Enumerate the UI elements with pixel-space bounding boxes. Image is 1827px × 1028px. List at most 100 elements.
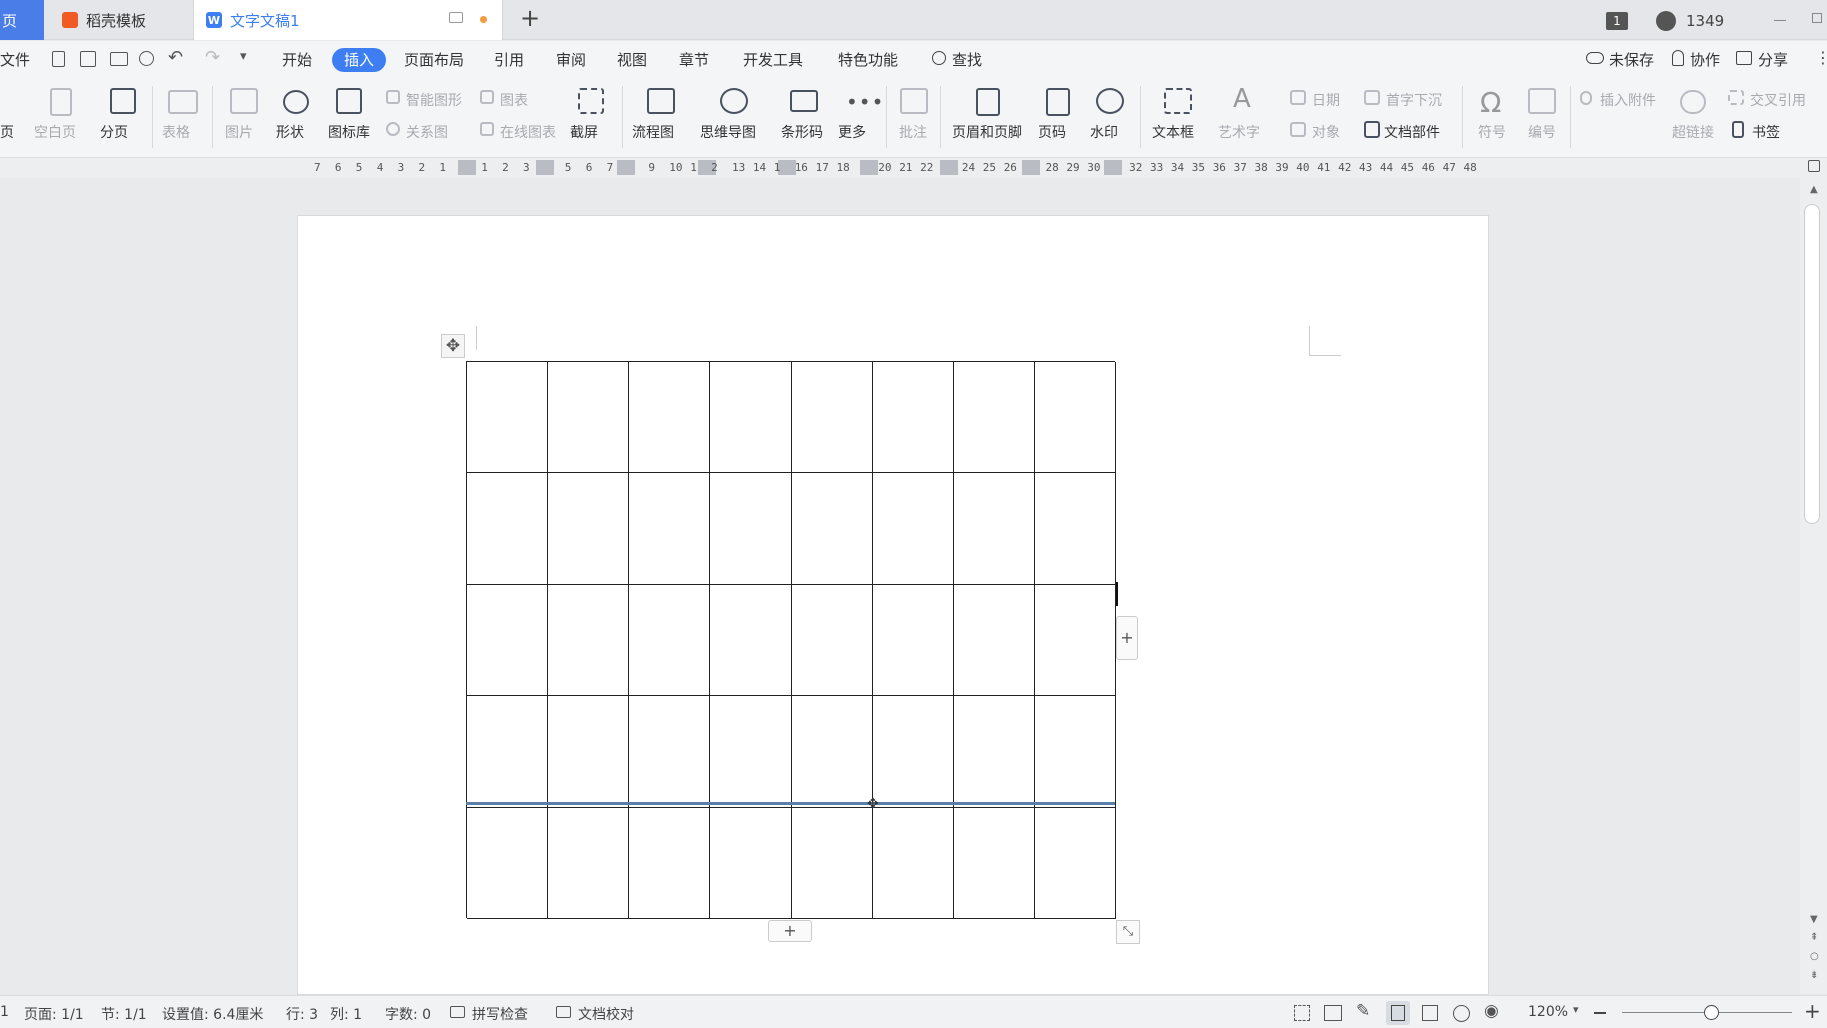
table-cell[interactable] <box>1034 807 1116 919</box>
tab-template[interactable]: 稻壳模板 <box>50 0 190 40</box>
icon-library-button[interactable]: 图标库 <box>328 122 370 142</box>
dropcap-icon[interactable] <box>1364 90 1380 105</box>
page-number-button[interactable]: 页码 <box>1038 122 1066 142</box>
table-cell[interactable] <box>791 584 873 697</box>
smartart-icon[interactable] <box>386 90 400 104</box>
picture-icon[interactable] <box>230 88 258 114</box>
zoom-level[interactable]: 120% <box>1528 1004 1568 1020</box>
prev-page-icon[interactable]: ⇞ <box>1810 932 1818 943</box>
table-cell[interactable] <box>467 473 549 585</box>
table-cell[interactable] <box>872 696 954 808</box>
flowchart-icon[interactable] <box>647 88 675 114</box>
select-browse-icon[interactable]: ○ <box>1810 951 1819 962</box>
print-preview-icon[interactable] <box>139 51 154 66</box>
next-page-icon[interactable]: ⇟ <box>1810 970 1818 981</box>
page-view-icon[interactable] <box>1391 1005 1405 1021</box>
table-cell[interactable] <box>710 584 792 697</box>
tab-document[interactable]: W 文字文稿1 <box>193 0 503 40</box>
redo-icon[interactable]: ↷ <box>205 47 220 68</box>
table-cell[interactable] <box>872 807 954 919</box>
scroll-up-icon[interactable]: ▲ <box>1810 184 1818 195</box>
table-cell[interactable] <box>1034 473 1116 585</box>
cross-reference-icon[interactable] <box>1728 90 1744 105</box>
table-cell[interactable] <box>953 696 1035 808</box>
ruler-column-marker[interactable] <box>1104 160 1122 175</box>
table-cell[interactable] <box>629 584 711 697</box>
add-row-button[interactable]: + <box>768 920 812 942</box>
menu-references[interactable]: 引用 <box>494 48 524 72</box>
save-icon[interactable] <box>80 51 96 67</box>
header-footer-icon[interactable] <box>976 88 1000 116</box>
status-row[interactable]: 行: 3 <box>286 1004 318 1024</box>
spell-check-icon[interactable] <box>450 1006 465 1018</box>
barcode-button[interactable]: 条形码 <box>781 122 823 142</box>
page-break-button[interactable]: 分页 <box>100 122 128 142</box>
scroll-thumb[interactable] <box>1804 204 1820 524</box>
screenshot-icon[interactable] <box>578 88 604 114</box>
avatar[interactable] <box>1656 11 1676 31</box>
quick-access-dropdown-icon[interactable]: ▾ <box>240 49 247 64</box>
screenshot-button[interactable]: 截屏 <box>570 122 598 142</box>
table-cell[interactable] <box>1034 696 1116 808</box>
table-cell[interactable] <box>467 807 549 919</box>
document-page[interactable]: ✥ ✥ + + ⤡ <box>297 215 1489 995</box>
ruler-column-marker[interactable] <box>617 160 635 175</box>
ruler-column-marker[interactable] <box>1022 160 1040 175</box>
table-cell[interactable] <box>467 696 549 808</box>
attachment-icon[interactable] <box>1580 91 1592 105</box>
search-icon[interactable] <box>932 51 946 65</box>
table-cell[interactable] <box>953 473 1035 585</box>
table-cell[interactable] <box>710 807 792 919</box>
table-move-handle-icon[interactable]: ✥ <box>441 334 465 358</box>
table-cell[interactable] <box>791 807 873 919</box>
web-view-icon[interactable] <box>1453 1005 1470 1022</box>
table-cell[interactable] <box>467 362 549 474</box>
screen-icon[interactable] <box>449 12 463 23</box>
symbol-button[interactable]: 符号 <box>1478 122 1506 142</box>
ruler-column-marker[interactable] <box>860 160 878 175</box>
status-setting[interactable]: 设置值: 6.4厘米 <box>162 1004 263 1024</box>
horizontal-ruler[interactable]: 7 6 5 4 3 2 1 1 2 3 5 6 7 9 10 1 2 13 14 1 16 17 18 20 21 22 24 25 2… <box>0 158 1800 178</box>
menu-chapter[interactable]: 章节 <box>679 48 709 72</box>
edit-mode-icon[interactable]: ✎ <box>1356 1001 1370 1021</box>
table-cell[interactable] <box>548 696 630 808</box>
wordart-button[interactable]: 艺术字 <box>1218 122 1260 142</box>
table-cell[interactable] <box>872 584 954 697</box>
menu-start[interactable]: 开始 <box>282 48 312 72</box>
cross-reference-button[interactable]: 交叉引用 <box>1750 90 1806 110</box>
new-tab-button[interactable]: + <box>520 4 540 32</box>
table-cell[interactable] <box>953 584 1035 697</box>
vertical-scrollbar[interactable]: ▲ ▼ ⇞ ○ ⇟ <box>1800 158 1827 994</box>
table-cell[interactable] <box>548 584 630 697</box>
table-cell[interactable] <box>629 473 711 585</box>
menu-insert[interactable]: 插入 <box>332 48 387 72</box>
online-chart-icon[interactable] <box>480 122 494 136</box>
status-page[interactable]: 页面: 1/1 <box>24 1004 84 1024</box>
numbering-icon[interactable] <box>1528 88 1556 114</box>
table-cell[interactable] <box>791 362 873 474</box>
doc-proof-icon[interactable] <box>556 1006 571 1018</box>
symbol-icon[interactable]: Ω <box>1480 86 1501 119</box>
more-button[interactable]: 更多 <box>838 122 866 142</box>
hyperlink-icon[interactable] <box>1680 90 1706 114</box>
status-word-count[interactable]: 字数: 0 <box>385 1004 431 1024</box>
table-cell[interactable] <box>467 584 549 697</box>
window-count-badge[interactable]: 1 <box>1606 12 1628 30</box>
menu-features[interactable]: 特色功能 <box>838 48 898 72</box>
share-button[interactable]: 分享 <box>1758 48 1788 72</box>
zoom-in-icon[interactable]: + <box>1804 999 1821 1023</box>
blank-page-button[interactable]: 空白页 <box>34 122 76 142</box>
table-cell[interactable] <box>548 473 630 585</box>
doc-proof-button[interactable]: 文档校对 <box>578 1004 634 1024</box>
table-cell[interactable] <box>791 696 873 808</box>
table-cell[interactable] <box>872 473 954 585</box>
table-cell[interactable] <box>710 473 792 585</box>
table-cell[interactable] <box>872 362 954 474</box>
page-break-icon[interactable] <box>110 88 136 114</box>
zoom-dropdown-icon[interactable]: ▾ <box>1573 1003 1579 1016</box>
blank-page-icon[interactable] <box>50 88 72 116</box>
add-column-button[interactable]: + <box>1116 616 1138 660</box>
watermark-icon[interactable] <box>1096 88 1124 114</box>
table-cell[interactable] <box>953 362 1035 474</box>
menu-developer[interactable]: 开发工具 <box>743 48 803 72</box>
